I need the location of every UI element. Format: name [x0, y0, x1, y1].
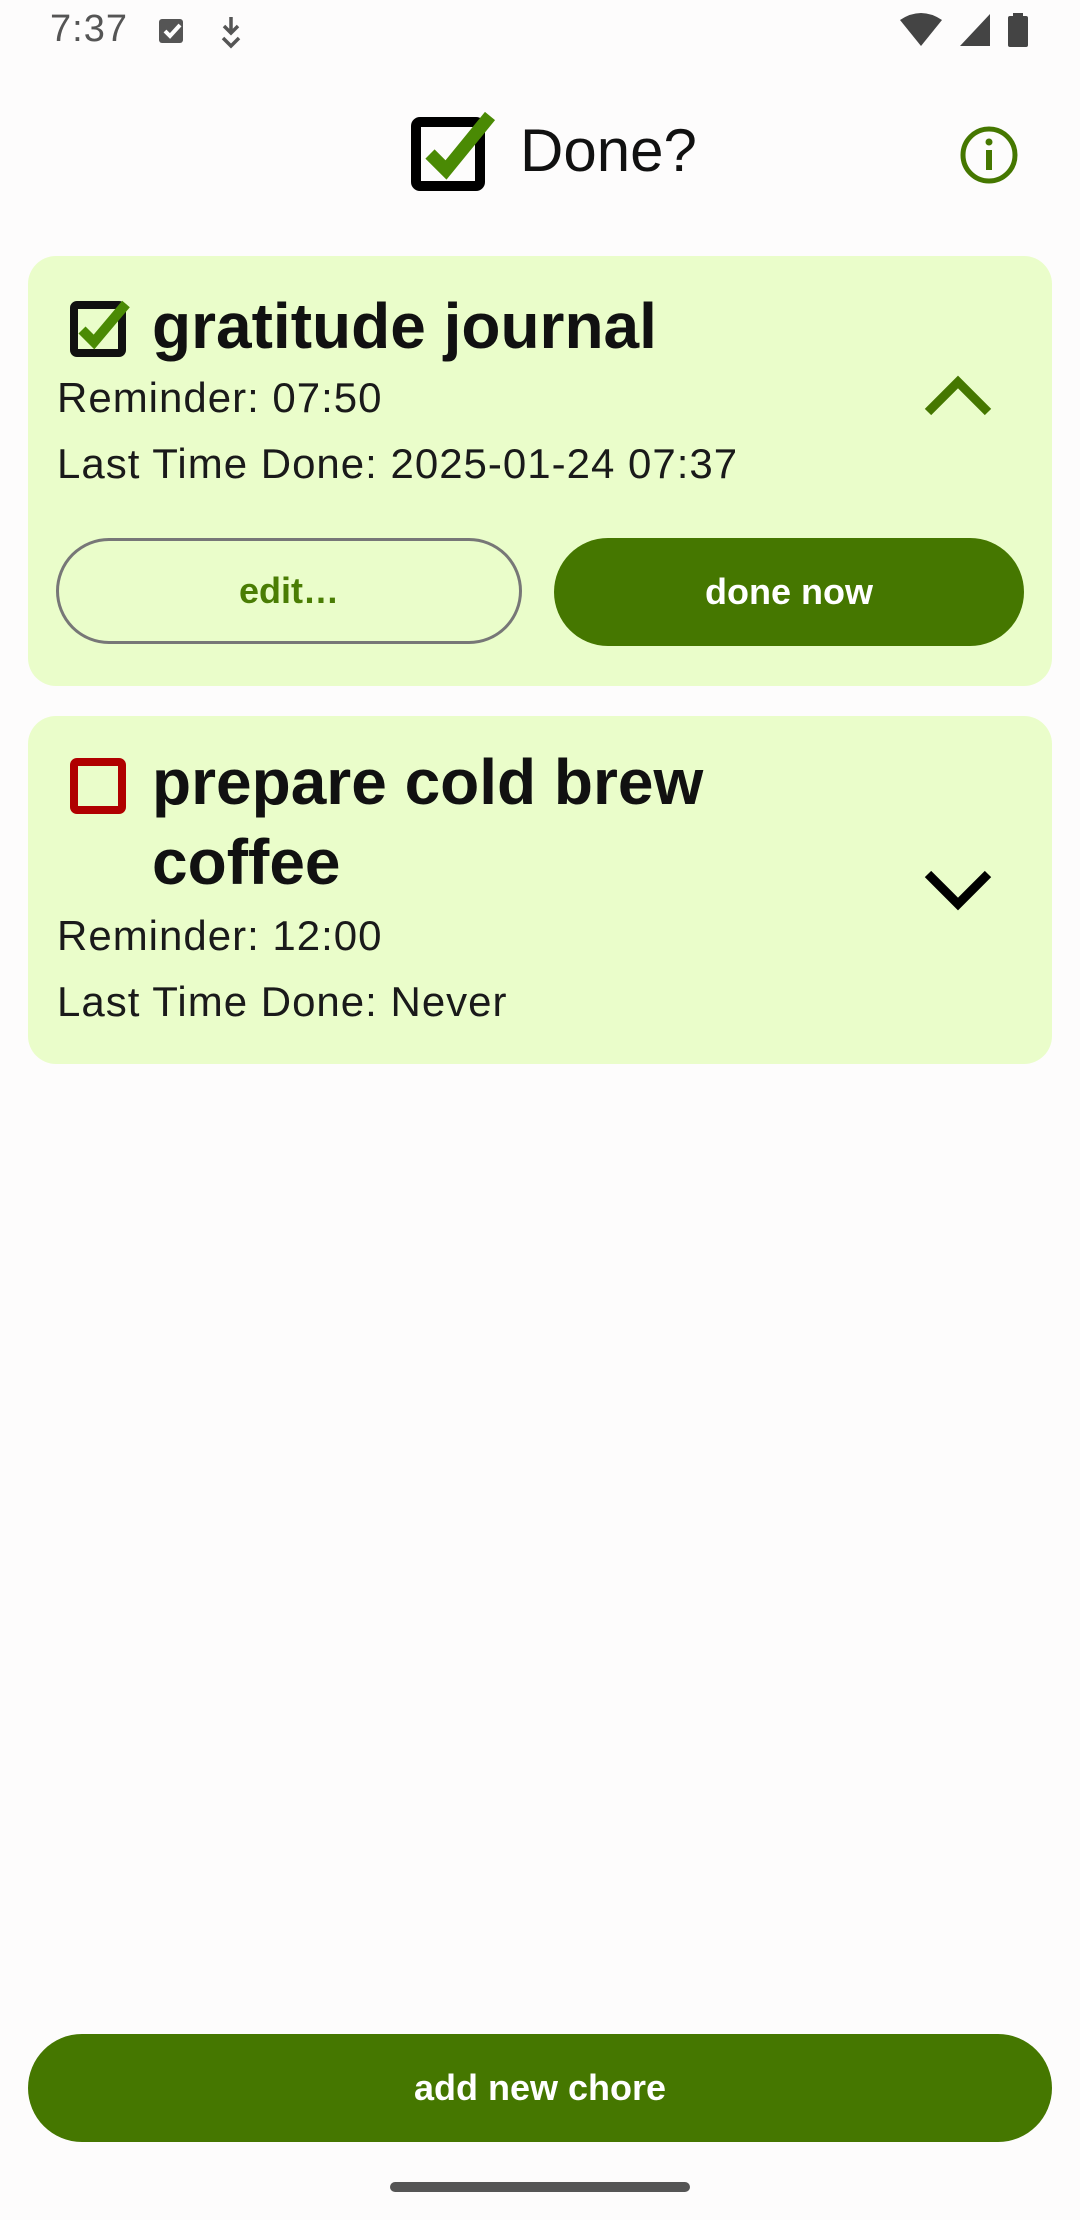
wifi-icon [898, 12, 944, 53]
edit-button[interactable]: edit… [56, 538, 522, 644]
expand-button[interactable] [918, 860, 998, 920]
add-new-chore-button[interactable]: add new chore [28, 2034, 1052, 2142]
status-time: 7:37 [50, 8, 128, 50]
chore-last-done: Last Time Done: 2025-01-24 07:37 [57, 440, 739, 487]
info-button[interactable] [958, 124, 1020, 186]
chevron-down-icon [924, 870, 992, 911]
app-header: Done? [0, 108, 1080, 198]
collapse-button[interactable] [918, 366, 998, 426]
status-right-icons [898, 12, 1030, 53]
chore-card[interactable]: gratitude journal Reminder: 07:50 Last T… [28, 256, 1052, 686]
app-title: Done? [520, 117, 697, 184]
done-now-button[interactable]: done now [554, 538, 1024, 646]
chore-last-done: Last Time Done: Never [57, 978, 508, 1025]
info-icon [960, 126, 1018, 184]
chevron-up-icon [924, 375, 992, 416]
chore-reminder: Reminder: 12:00 [57, 912, 383, 959]
chore-title-line: coffee [152, 826, 341, 898]
checkbox-notification-icon [156, 14, 190, 53]
unchecked-box-icon [68, 754, 132, 823]
signal-icon [958, 12, 992, 53]
chore-title-line: prepare cold brew [152, 746, 704, 818]
battery-icon [1006, 12, 1030, 53]
status-bar: 7:37 [0, 0, 1080, 66]
chore-title: prepare cold brew coffee [152, 742, 872, 902]
chore-reminder: Reminder: 07:50 [57, 374, 383, 421]
download-icon [216, 14, 246, 55]
checked-box-icon [68, 296, 132, 365]
checked-box-icon [410, 110, 498, 199]
chore-card[interactable]: prepare cold brew coffee Reminder: 12:00… [28, 716, 1052, 1064]
home-indicator[interactable] [390, 2182, 690, 2192]
chore-title: gratitude journal [152, 290, 657, 362]
